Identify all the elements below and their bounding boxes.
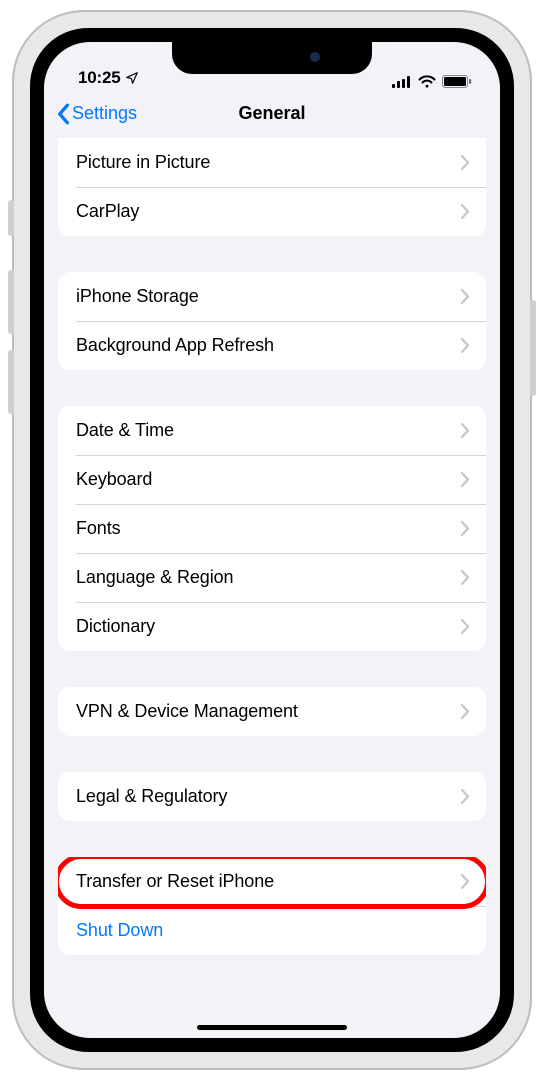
chevron-right-icon: [461, 570, 470, 585]
row-label: Transfer or Reset iPhone: [76, 871, 461, 892]
row-vpn-device-management[interactable]: VPN & Device Management: [58, 687, 486, 736]
row-carplay[interactable]: CarPlay: [58, 187, 486, 236]
row-label: Dictionary: [76, 616, 461, 637]
row-label: CarPlay: [76, 201, 461, 222]
side-button-vol-down: [8, 350, 14, 414]
row-picture-in-picture[interactable]: Picture in Picture: [58, 138, 486, 187]
row-language-region[interactable]: Language & Region: [58, 553, 486, 602]
row-transfer-reset-iphone[interactable]: Transfer or Reset iPhone: [58, 857, 486, 906]
settings-group: VPN & Device Management: [58, 687, 486, 736]
side-button-vol-up: [8, 270, 14, 334]
chevron-left-icon: [56, 103, 70, 125]
battery-icon: [442, 75, 472, 88]
chevron-right-icon: [461, 289, 470, 304]
chevron-right-icon: [461, 619, 470, 634]
settings-group: Legal & Regulatory: [58, 772, 486, 821]
screen: 10:25: [44, 42, 500, 1038]
settings-group: Transfer or Reset iPhone Shut Down: [58, 857, 486, 955]
settings-group: iPhone Storage Background App Refresh: [58, 272, 486, 370]
settings-content[interactable]: Picture in Picture CarPlay iPhone Storag…: [44, 138, 500, 1038]
row-shut-down[interactable]: Shut Down: [58, 906, 486, 955]
row-fonts[interactable]: Fonts: [58, 504, 486, 553]
row-date-time[interactable]: Date & Time: [58, 406, 486, 455]
row-iphone-storage[interactable]: iPhone Storage: [58, 272, 486, 321]
row-label: Legal & Regulatory: [76, 786, 461, 807]
front-camera: [310, 52, 320, 62]
chevron-right-icon: [461, 204, 470, 219]
settings-group: Date & Time Keyboard Fonts Language & Re…: [58, 406, 486, 651]
row-label: Background App Refresh: [76, 335, 461, 356]
chevron-right-icon: [461, 789, 470, 804]
row-label: Fonts: [76, 518, 461, 539]
row-label: iPhone Storage: [76, 286, 461, 307]
chevron-right-icon: [461, 338, 470, 353]
chevron-right-icon: [461, 155, 470, 170]
side-button-power: [530, 300, 536, 396]
row-background-app-refresh[interactable]: Background App Refresh: [58, 321, 486, 370]
settings-group: Picture in Picture CarPlay: [58, 138, 486, 236]
device-frame: 10:25: [12, 10, 532, 1070]
back-label: Settings: [72, 103, 137, 124]
row-dictionary[interactable]: Dictionary: [58, 602, 486, 651]
location-arrow-icon: [125, 71, 139, 85]
row-label: Picture in Picture: [76, 152, 461, 173]
row-label: VPN & Device Management: [76, 701, 461, 722]
row-label: Shut Down: [76, 920, 470, 941]
row-label: Language & Region: [76, 567, 461, 588]
row-keyboard[interactable]: Keyboard: [58, 455, 486, 504]
home-indicator[interactable]: [197, 1025, 347, 1030]
notch: [172, 42, 372, 74]
status-time: 10:25: [78, 68, 120, 88]
nav-bar: Settings General: [44, 90, 500, 138]
chevron-right-icon: [461, 704, 470, 719]
row-label: Date & Time: [76, 420, 461, 441]
chevron-right-icon: [461, 874, 470, 889]
chevron-right-icon: [461, 521, 470, 536]
chevron-right-icon: [461, 423, 470, 438]
row-legal-regulatory[interactable]: Legal & Regulatory: [58, 772, 486, 821]
cellular-signal-icon: [392, 76, 412, 88]
chevron-right-icon: [461, 472, 470, 487]
side-button-mute: [8, 200, 14, 236]
row-label: Keyboard: [76, 469, 461, 490]
wifi-icon: [418, 75, 436, 88]
back-button[interactable]: Settings: [56, 103, 137, 125]
